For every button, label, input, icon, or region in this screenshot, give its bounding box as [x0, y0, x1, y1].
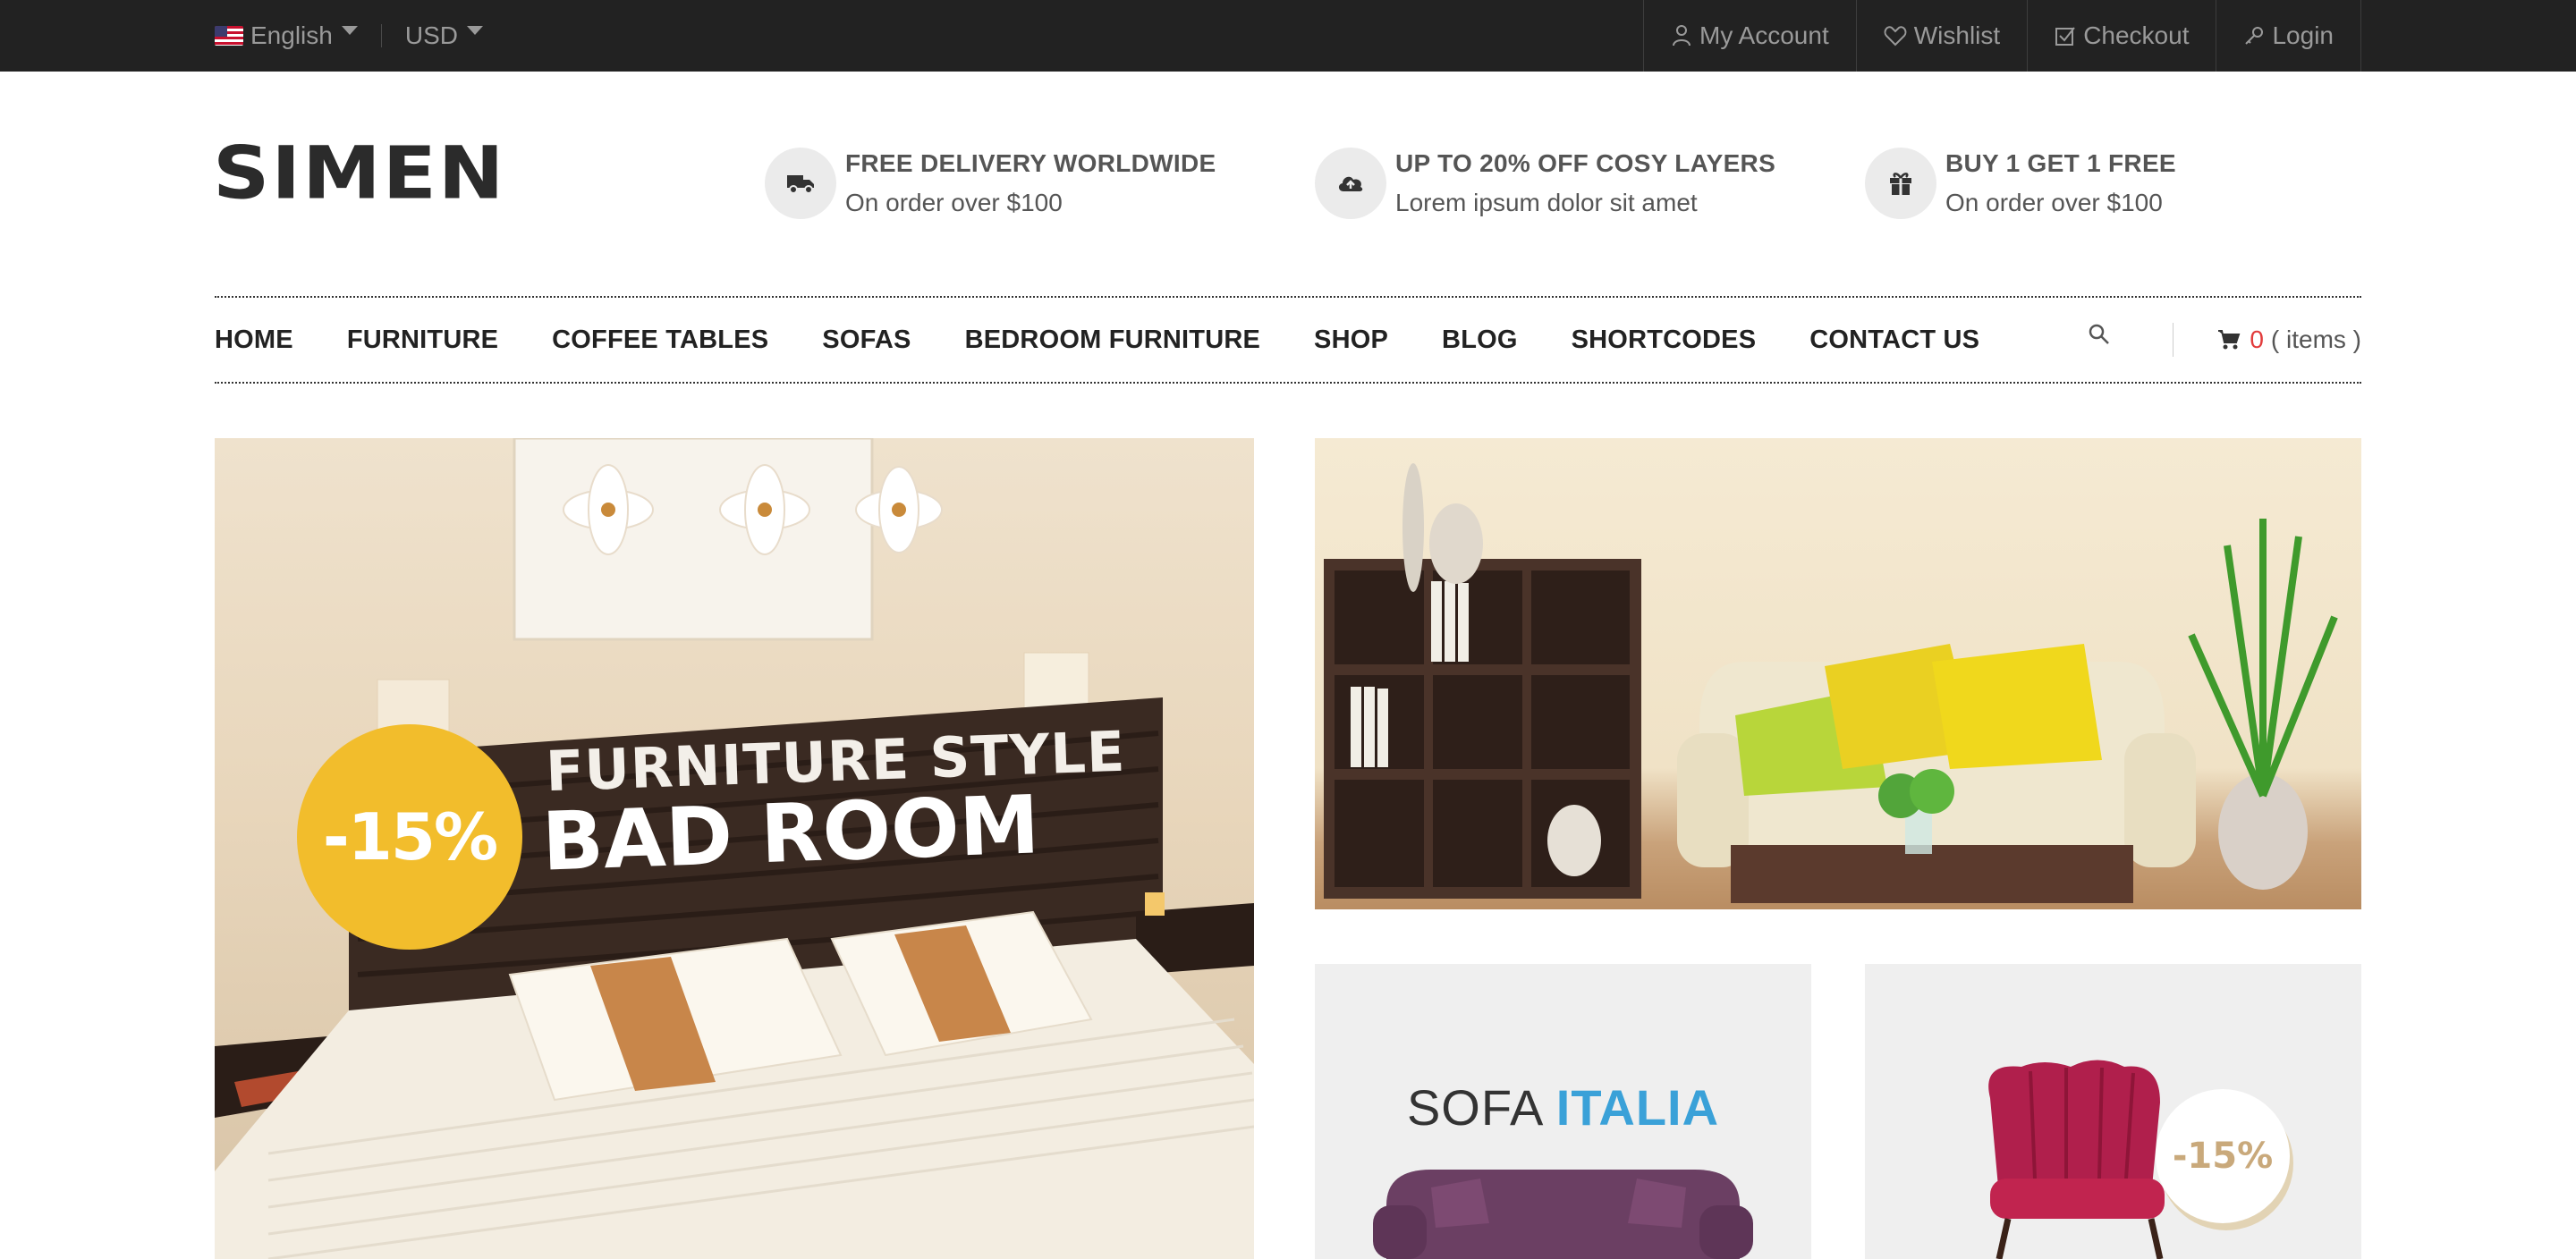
nav-item-blog[interactable]: BLOG [1442, 325, 1518, 355]
wishlist-label: Wishlist [1913, 21, 2001, 49]
cloud-upload-icon [1315, 148, 1386, 219]
main-nav: HOME FURNITURE COFFEE TABLES SOFAS BEDRO… [215, 296, 2361, 384]
feature-discount: UP TO 20% OFF COSY LAYERS Lorem ipsum do… [1315, 148, 1775, 219]
top-bar: English USD My Account Wishlist Checkout… [0, 0, 2576, 72]
sofa-italia-banner[interactable]: SOFA ITALIA [1315, 964, 1811, 1259]
feature-title: FREE DELIVERY WORLDWIDE [845, 149, 1216, 177]
user-icon [1673, 25, 1690, 46]
feature-subtitle: Lorem ipsum dolor sit amet [1395, 189, 1698, 216]
login-label: Login [2272, 21, 2334, 49]
divider [2173, 323, 2174, 357]
banner-title-line2: BAD ROOM [540, 778, 1041, 890]
my-account-link[interactable]: My Account [1644, 0, 1857, 72]
site-logo[interactable]: SIMEN [213, 137, 505, 210]
checkout-link[interactable]: Checkout [2028, 0, 2217, 72]
key-icon [2245, 27, 2264, 45]
nav-item-shop[interactable]: SHOP [1314, 325, 1388, 355]
feature-free-delivery: FREE DELIVERY WORLDWIDE On order over $1… [765, 148, 1216, 219]
heart-icon [1884, 26, 1907, 46]
cart-icon [2218, 330, 2241, 350]
armchair-banner[interactable]: -15% [1865, 964, 2361, 1259]
caret-down-icon [341, 26, 358, 35]
cart-count: 0 [2250, 325, 2264, 353]
login-link[interactable]: Login [2216, 0, 2361, 72]
currency-label: USD [404, 21, 458, 49]
nav-item-sofas[interactable]: SOFAS [822, 325, 911, 355]
sofa-banner[interactable] [1315, 438, 2361, 909]
cart-label: ( items ) [2270, 325, 2361, 353]
language-selector[interactable]: English [215, 21, 358, 50]
checkout-label: Checkout [2083, 21, 2190, 49]
armchair-illustration [1988, 1060, 2165, 1259]
caret-down-icon [466, 26, 483, 35]
account-links: My Account Wishlist Checkout Login [1643, 0, 2361, 72]
language-label: English [250, 21, 333, 49]
wishlist-link[interactable]: Wishlist [1857, 0, 2029, 72]
cart-button[interactable]: 0 ( items ) [2217, 298, 2361, 382]
divider [380, 24, 382, 47]
currency-selector[interactable]: USD [405, 21, 483, 50]
nav-item-furniture[interactable]: FURNITURE [347, 325, 498, 355]
checkbox-icon [2055, 27, 2075, 46]
feature-subtitle: On order over $100 [845, 189, 1063, 216]
nav-item-home[interactable]: HOME [215, 325, 293, 355]
discount-badge: -15% [2156, 1089, 2290, 1223]
feature-subtitle: On order over $100 [1945, 189, 2163, 216]
locale-selectors: English USD [215, 0, 483, 72]
us-flag-icon [215, 26, 243, 46]
nav-item-shortcodes[interactable]: SHORTCODES [1572, 325, 1757, 355]
truck-icon [765, 148, 836, 219]
living-room-illustration [1324, 463, 2338, 903]
gift-icon [1865, 148, 1936, 219]
feature-title: BUY 1 GET 1 FREE [1945, 149, 2176, 177]
discount-badge: -15% [297, 724, 522, 950]
purple-sofa-illustration [1373, 1170, 1753, 1259]
search-icon[interactable] [2088, 323, 2111, 351]
nav-item-bedroom-furniture[interactable]: BEDROOM FURNITURE [965, 325, 1260, 355]
feature-bogo: BUY 1 GET 1 FREE On order over $100 [1865, 148, 2176, 219]
nav-item-coffee-tables[interactable]: COFFEE TABLES [552, 325, 768, 355]
nav-item-contact-us[interactable]: CONTACT US [1809, 325, 1979, 355]
my-account-label: My Account [1699, 21, 1829, 49]
feature-title: UP TO 20% OFF COSY LAYERS [1395, 149, 1776, 177]
bedroom-banner[interactable]: -15% FURNITURE STYLE BAD ROOM [215, 438, 1254, 1259]
